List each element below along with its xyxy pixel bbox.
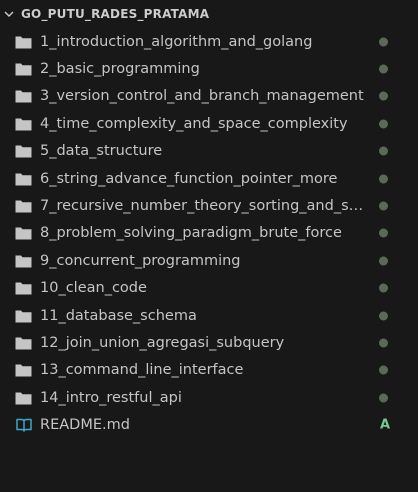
folder-name: 7_recursive_number_theory_sorting_and_se… xyxy=(40,198,372,215)
folder-row[interactable]: 1_introduction_algorithm_and_golang xyxy=(0,28,418,55)
chevron-down-icon[interactable] xyxy=(2,7,16,21)
git-status-dot xyxy=(379,365,388,375)
git-status-dot xyxy=(379,37,388,47)
folder-row[interactable]: 7_recursive_number_theory_sorting_and_se… xyxy=(0,192,418,219)
folder-icon xyxy=(15,35,32,49)
folder-icon xyxy=(15,117,32,131)
folder-name: 3_version_control_and_branch_management xyxy=(40,88,364,105)
file-row[interactable]: README.md A xyxy=(0,411,418,438)
folder-icon xyxy=(15,309,32,323)
folder-row[interactable]: 9_concurrent_programming xyxy=(0,247,418,274)
folder-name: 5_data_structure xyxy=(40,143,163,160)
folder-name: 1_introduction_algorithm_and_golang xyxy=(40,33,313,50)
folder-icon xyxy=(15,89,32,103)
folder-icon xyxy=(15,254,32,268)
git-status-dot xyxy=(379,91,388,101)
git-status-dot xyxy=(379,64,388,74)
explorer-root-header[interactable]: GO_PUTU_RADES_PRATAMA xyxy=(0,0,418,28)
folder-row[interactable]: 14_intro_restful_api xyxy=(0,384,418,411)
folder-row[interactable]: 12_join_union_agregasi_subquery xyxy=(0,329,418,356)
folder-row[interactable]: 10_clean_code xyxy=(0,275,418,302)
git-status-dot xyxy=(379,228,388,238)
folder-row[interactable]: 4_time_complexity_and_space_complexity xyxy=(0,110,418,137)
folder-row[interactable]: 13_command_line_interface xyxy=(0,357,418,384)
folder-name: 4_time_complexity_and_space_complexity xyxy=(40,115,348,132)
folder-icon xyxy=(15,336,32,350)
folder-row[interactable]: 6_string_advance_function_pointer_more xyxy=(0,165,418,192)
file-explorer: GO_PUTU_RADES_PRATAMA 1_introduction_alg… xyxy=(0,0,418,492)
folder-icon xyxy=(15,199,32,213)
folder-name: 11_database_schema xyxy=(40,307,197,324)
folder-name: 12_join_union_agregasi_subquery xyxy=(40,334,285,351)
folder-name: 6_string_advance_function_pointer_more xyxy=(40,170,338,187)
folder-icon xyxy=(15,62,32,76)
folder-icon xyxy=(15,172,32,186)
folder-name: 10_clean_code xyxy=(40,280,147,297)
git-status-dot xyxy=(379,146,388,156)
folder-name: 8_problem_solving_paradigm_brute_force xyxy=(40,225,342,242)
file-name: README.md xyxy=(40,417,130,434)
git-status-dot xyxy=(379,283,388,293)
folder-row[interactable]: 3_version_control_and_branch_management xyxy=(0,83,418,110)
git-status-dot xyxy=(379,338,388,348)
folder-name: 2_basic_programming xyxy=(40,61,200,78)
folder-icon xyxy=(15,391,32,405)
folder-name: 14_intro_restful_api xyxy=(40,389,182,406)
folder-name: 13_command_line_interface xyxy=(40,362,244,379)
git-status-dot xyxy=(379,174,388,184)
folder-row[interactable]: 2_basic_programming xyxy=(0,55,418,82)
file-tree: 1_introduction_algorithm_and_golang 2_bas… xyxy=(0,28,418,439)
git-status-dot xyxy=(379,201,388,211)
folder-row[interactable]: 5_data_structure xyxy=(0,138,418,165)
folder-name: 9_concurrent_programming xyxy=(40,252,241,269)
git-status-dot xyxy=(379,256,388,266)
git-status-dot xyxy=(379,393,388,403)
folder-row[interactable]: 11_database_schema xyxy=(0,302,418,329)
folder-icon xyxy=(15,226,32,240)
book-icon xyxy=(15,418,32,432)
root-folder-name: GO_PUTU_RADES_PRATAMA xyxy=(21,7,210,21)
folder-icon xyxy=(15,363,32,377)
folder-icon xyxy=(15,144,32,158)
git-status-added-badge: A xyxy=(380,417,391,433)
folder-row[interactable]: 8_problem_solving_paradigm_brute_force xyxy=(0,220,418,247)
folder-icon xyxy=(15,281,32,295)
git-status-dot xyxy=(379,119,388,129)
git-status-dot xyxy=(379,311,388,321)
